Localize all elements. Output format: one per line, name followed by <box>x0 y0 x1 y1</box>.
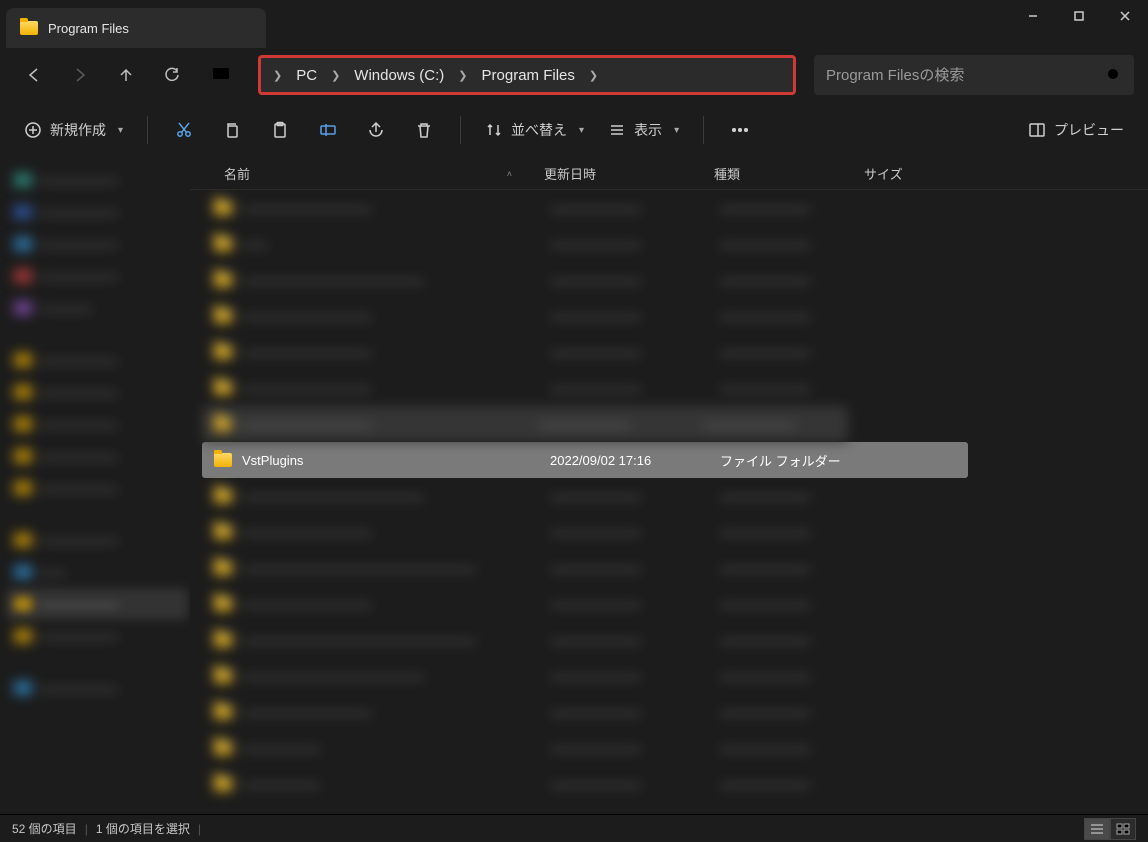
address-breadcrumb[interactable]: ❯ PC ❯ Windows (C:) ❯ Program Files ❯ <box>258 55 796 95</box>
column-type[interactable]: 種類 <box>714 167 740 182</box>
sort-button-label: 並べ替え <box>511 120 567 140</box>
chevron-right-icon[interactable]: ❯ <box>454 69 471 82</box>
column-name[interactable]: 名前 <box>224 164 250 183</box>
content-pane: 名前 ˄ 更新日時 種類 サイズ ————————————————————————… <box>190 158 1148 814</box>
details-view-button[interactable] <box>1084 818 1110 840</box>
column-headers[interactable]: 名前 ˄ 更新日時 種類 サイズ <box>190 158 1148 190</box>
file-name: VstPlugins <box>242 453 550 468</box>
close-window-button[interactable] <box>1102 0 1148 32</box>
chevron-down-icon: ▾ <box>579 125 584 136</box>
minimize-button[interactable] <box>1010 0 1056 32</box>
status-item-count: 52 個の項目 <box>12 820 77 837</box>
refresh-button[interactable] <box>152 55 192 95</box>
tab-title: Program Files <box>48 21 226 36</box>
window-controls <box>1010 0 1148 32</box>
search-input[interactable] <box>826 67 1106 84</box>
pc-icon[interactable] <box>205 59 237 91</box>
breadcrumb-program-files[interactable]: Program Files <box>472 57 585 93</box>
file-type: ファイル フォルダー <box>720 451 870 470</box>
breadcrumb-pc[interactable]: PC <box>286 57 327 93</box>
column-size[interactable]: サイズ <box>864 167 903 182</box>
file-list[interactable]: ———————————————————————— ———————————————… <box>190 190 1148 814</box>
view-button-label: 表示 <box>634 120 662 140</box>
file-row-vstplugins[interactable]: VstPlugins 2022/09/02 17:16 ファイル フォルダー <box>202 442 968 478</box>
tab-program-files[interactable]: Program Files <box>6 8 266 48</box>
folder-icon <box>20 21 38 35</box>
more-button[interactable] <box>718 112 762 148</box>
delete-button[interactable] <box>402 112 446 148</box>
chevron-right-icon[interactable]: ❯ <box>327 69 344 82</box>
title-bar: Program Files <box>0 0 1148 48</box>
back-button[interactable] <box>14 55 54 95</box>
chevron-right-icon[interactable]: ❯ <box>269 69 286 82</box>
tab-strip: Program Files <box>0 0 1010 48</box>
new-tab-button[interactable] <box>282 16 298 32</box>
main-area: —————— —————— —————— —————— ———— —————— … <box>0 158 1148 814</box>
column-date[interactable]: 更新日時 <box>544 167 596 182</box>
chevron-down-icon: ▾ <box>674 125 679 136</box>
search-box[interactable] <box>814 55 1134 95</box>
status-bar: 52 個の項目 | 1 個の項目を選択 | <box>0 814 1148 842</box>
view-mode-toggle <box>1084 818 1136 840</box>
cut-button[interactable] <box>162 112 206 148</box>
rename-button[interactable] <box>306 112 350 148</box>
status-selection-count: 1 個の項目を選択 <box>96 820 190 837</box>
share-button[interactable] <box>354 112 398 148</box>
maximize-button[interactable] <box>1056 0 1102 32</box>
view-button[interactable]: 表示 ▾ <box>598 112 689 148</box>
thumbnails-view-button[interactable] <box>1110 818 1136 840</box>
up-button[interactable] <box>106 55 146 95</box>
sort-button[interactable]: 並べ替え ▾ <box>475 112 594 148</box>
navigation-bar: ❯ PC ❯ Windows (C:) ❯ Program Files ❯ <box>0 48 1148 102</box>
navigation-sidebar[interactable]: —————— —————— —————— —————— ———— —————— … <box>0 158 190 814</box>
new-button-label: 新規作成 <box>50 120 106 140</box>
folder-icon <box>214 453 232 467</box>
chevron-down-icon: ▾ <box>118 125 123 136</box>
breadcrumb-drive-c[interactable]: Windows (C:) <box>344 57 454 93</box>
preview-button-label: プレビュー <box>1054 120 1124 140</box>
paste-button[interactable] <box>258 112 302 148</box>
command-toolbar: 新規作成 ▾ 並べ替え ▾ 表示 ▾ プレビュー <box>0 102 1148 158</box>
search-icon[interactable] <box>1106 67 1122 83</box>
close-tab-icon[interactable] <box>236 20 252 36</box>
file-date: 2022/09/02 17:16 <box>550 453 720 468</box>
preview-pane-button[interactable]: プレビュー <box>1018 112 1134 148</box>
chevron-right-icon[interactable]: ❯ <box>585 69 602 82</box>
forward-button[interactable] <box>60 55 100 95</box>
copy-button[interactable] <box>210 112 254 148</box>
new-button[interactable]: 新規作成 ▾ <box>14 112 133 148</box>
sort-indicator-icon: ˄ <box>507 169 512 179</box>
